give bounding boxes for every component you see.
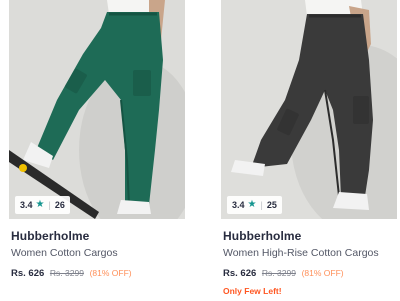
rating-count: 25 [266, 199, 277, 210]
product-card[interactable]: 3.4 ★ | 25 Hubberholme Women High-Rise C… [221, 0, 397, 297]
rating-badge: 3.4 ★ | 26 [15, 196, 70, 214]
product-info[interactable]: Hubberholme Women High-Rise Cotton Cargo… [221, 219, 397, 297]
product-brand: Hubberholme [11, 229, 90, 243]
product-price-row: Rs. 626 Rs. 3299 (81% OFF) [223, 267, 397, 280]
rating-separator: | [260, 199, 263, 210]
product-name: Women Cotton Cargos [11, 247, 118, 259]
price-discount: (81% OFF) [89, 268, 132, 278]
product-image[interactable]: 3.4 ★ | 25 [221, 0, 397, 219]
product-name: Women High-Rise Cotton Cargos [223, 247, 379, 259]
star-icon: ★ [35, 199, 45, 210]
product-info[interactable]: Hubberholme Women Cotton Cargos Rs. 626 … [9, 219, 185, 280]
product-image[interactable]: 3.4 ★ | 26 [9, 0, 185, 219]
product-grid: 3.4 ★ | 26 Hubberholme Women Cotton Carg… [0, 0, 400, 301]
price-mrp: Rs. 3299 [261, 268, 296, 278]
rating-count: 26 [54, 199, 65, 210]
product-photo-green-cargos [9, 0, 185, 219]
price-mrp: Rs. 3299 [49, 268, 84, 278]
product-card[interactable]: 3.4 ★ | 26 Hubberholme Women Cotton Carg… [9, 0, 185, 280]
rating-value: 3.4 [20, 199, 33, 210]
star-icon: ★ [247, 199, 257, 210]
price-discount: (81% OFF) [301, 268, 344, 278]
rating-separator: | [48, 199, 51, 210]
product-photo-charcoal-cargos [221, 0, 397, 219]
rating-badge: 3.4 ★ | 25 [227, 196, 282, 214]
price-current: Rs. 626 [223, 268, 257, 279]
rating-value: 3.4 [232, 199, 245, 210]
product-price-row: Rs. 626 Rs. 3299 (81% OFF) [11, 267, 185, 280]
product-brand: Hubberholme [223, 229, 302, 243]
price-current: Rs. 626 [11, 268, 45, 279]
stock-urgency-label: Only Few Left! [223, 286, 282, 296]
